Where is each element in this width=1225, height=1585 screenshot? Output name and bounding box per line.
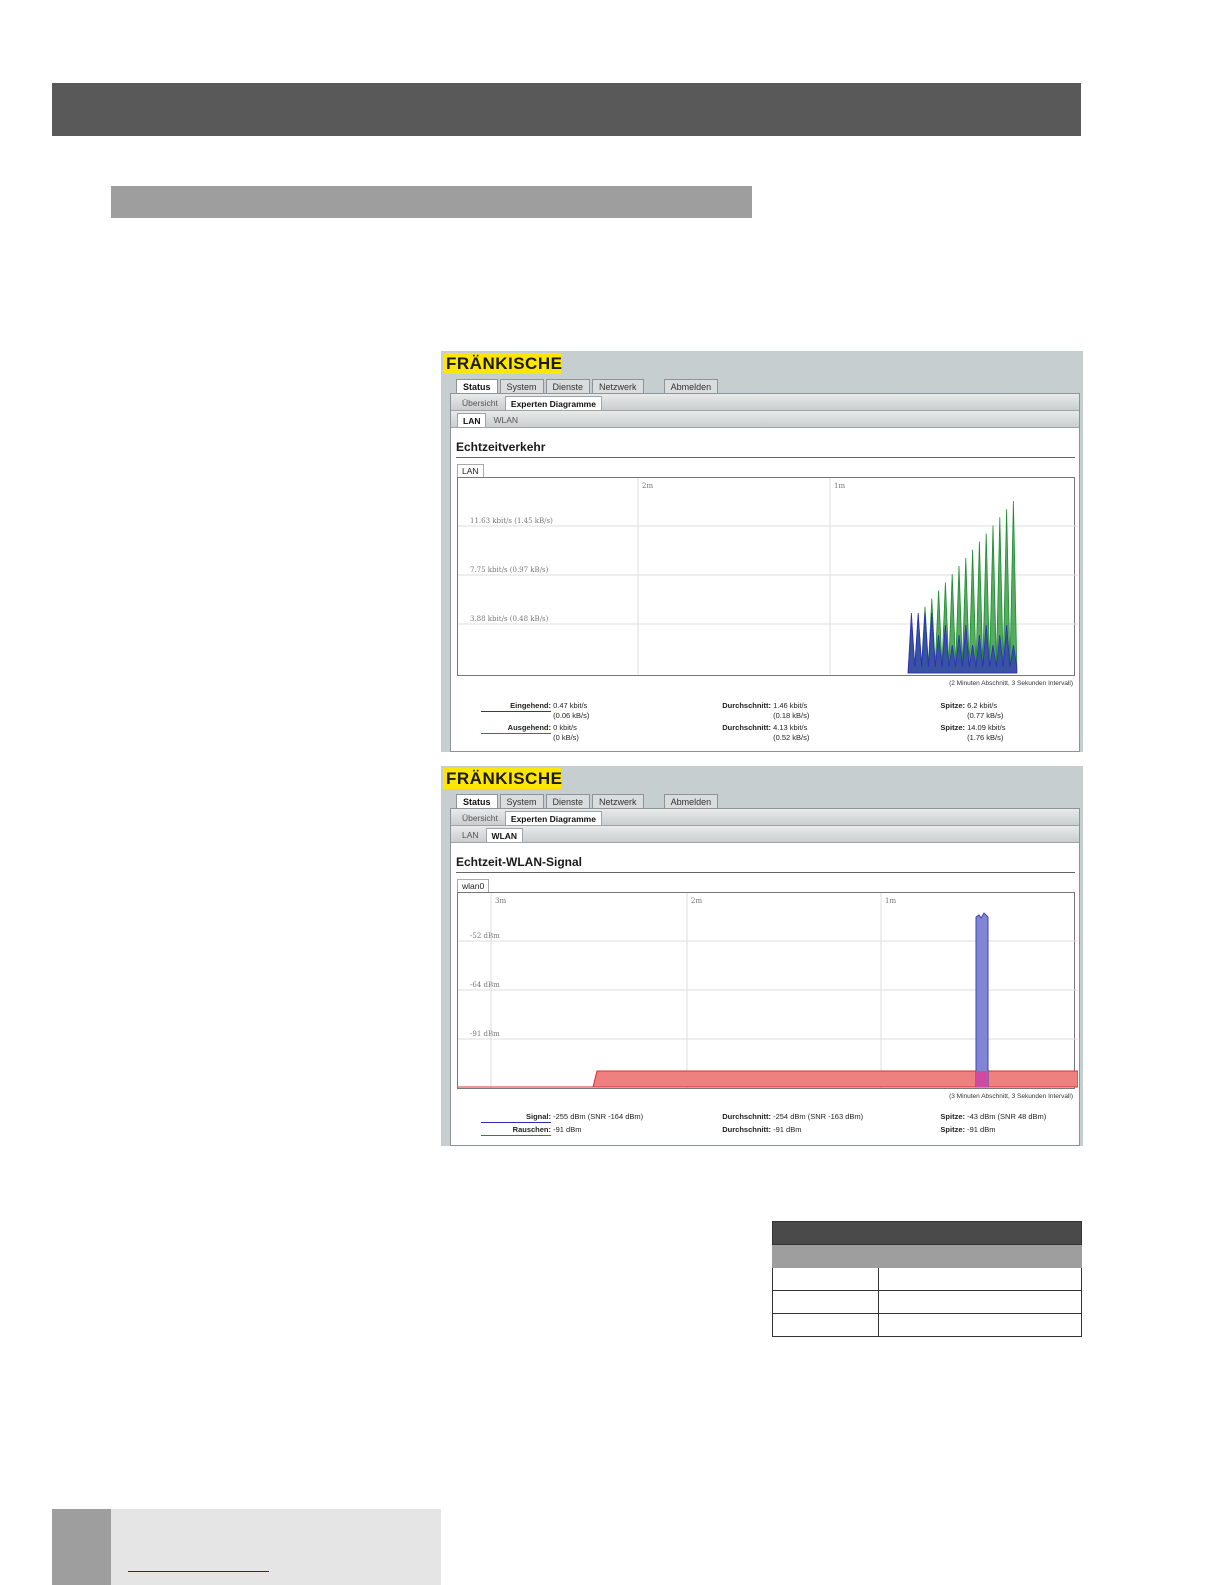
wlan-signal-graph: -52 dBm -64 dBm -91 dBm 3m 2m 1m [457,892,1078,1089]
tab-system[interactable]: System [499,794,544,809]
noise-average: Durchschnitt: -91 dBm [722,1125,802,1134]
tab-netzwerk[interactable]: Netzwerk [592,794,644,809]
time-label: 3m [495,897,506,905]
time-label: 2m [642,482,653,490]
lan-traffic-screenshot: FRÄNKISCHE Status System Dienste Netzwer… [441,351,1083,752]
fraenkische-logo: FRÄNKISCHE [443,768,562,789]
sub-nav: Übersicht Experten Diagramme [451,394,1079,411]
tab-netzwerk[interactable]: Netzwerk [592,379,644,394]
content-panel: Übersicht Experten Diagramme LAN WLAN Ec… [450,393,1080,752]
footer-info-block [111,1509,441,1585]
tab-dienste[interactable]: Dienste [545,794,591,809]
subtab-wlan[interactable]: WLAN [485,828,524,842]
outgoing-peak: Spitze: 14.09 kbit/s (1.76 kB/s) [940,723,1006,742]
outgoing-stat: Ausgehend: 0 kbit/s (0 kB/s) [481,723,579,743]
time-label: 1m [834,482,845,490]
y-axis-label: -52 dBm [470,932,500,940]
signal-peak: Spitze: -43 dBm (SNR 48 dBm) [940,1112,1047,1121]
time-label: 1m [885,897,896,905]
subtab-lan[interactable]: LAN [457,828,484,842]
subtab-lan[interactable]: LAN [457,413,487,427]
y-axis-label: -91 dBm [470,1030,500,1038]
lan-traffic-svg: 11.63 kbit/s (1.45 kB/s) 7.75 kbit/s (0.9… [458,478,1078,675]
tab-status[interactable]: Status [456,379,498,394]
table-row [772,1267,1082,1291]
interval-note: (3 Minuten Abschnitt, 3 Sekunden Interva… [949,1093,1073,1100]
subtab-uebersicht[interactable]: Übersicht [457,396,503,410]
y-axis-label: 7.75 kbit/s (0.97 kB/s) [470,566,549,574]
table-row [772,1313,1082,1337]
signal-stat: Signal: -255 dBm (SNR -164 dBm) [481,1112,643,1123]
section-header-bar [111,186,752,218]
wlan-signal-svg: -52 dBm -64 dBm -91 dBm 3m 2m 1m [458,893,1078,1088]
content-panel: Übersicht Experten Diagramme LAN WLAN Ec… [450,808,1080,1146]
signal-area [975,912,989,1088]
subtab-wlan[interactable]: WLAN [488,413,523,427]
fraenkische-logo: FRÄNKISCHE [443,353,562,374]
outgoing-average: Durchschnitt: 4.13 kbit/s (0.52 kB/s) [722,723,810,742]
incoming-peak: Spitze: 6.2 kbit/s (0.77 kB/s) [940,701,1004,720]
incoming-average: Durchschnitt: 1.46 kbit/s (0.18 kB/s) [722,701,810,720]
sub-nav: Übersicht Experten Diagramme [451,809,1079,826]
diagram-nav: LAN WLAN [451,826,1079,843]
footer-link[interactable] [128,1571,269,1572]
incoming-stat: Eingehend: 0.47 kbit/s (0.06 kB/s) [481,701,589,721]
tab-status[interactable]: Status [456,794,498,809]
tab-dienste[interactable]: Dienste [545,379,591,394]
page-title: Echtzeit-WLAN-Signal [456,855,1075,873]
reference-table [772,1221,1082,1337]
diagram-nav: LAN WLAN [451,411,1079,428]
subtab-experten-diagramme[interactable]: Experten Diagramme [504,811,602,825]
page-title: Echtzeitverkehr [456,440,1075,458]
noise-stat: Rauschen: -91 dBm [481,1125,581,1136]
wlan-signal-screenshot: FRÄNKISCHE Status System Dienste Netzwer… [441,766,1083,1146]
signal-average: Durchschnitt: -254 dBm (SNR -163 dBm) [722,1112,864,1121]
table-header [772,1221,1082,1245]
table-row [772,1290,1082,1314]
signal-noise-overlap [976,1071,988,1087]
y-axis-label: -64 dBm [470,981,500,989]
graph-tab-lan[interactable]: LAN [457,464,484,478]
logout-tab[interactable]: Abmelden [663,794,719,809]
interval-note: (2 Minuten Abschnitt, 3 Sekunden Interva… [949,680,1073,687]
tab-system[interactable]: System [499,379,544,394]
noise-peak: Spitze: -91 dBm [940,1125,996,1134]
lan-traffic-graph: 11.63 kbit/s (1.45 kB/s) 7.75 kbit/s (0.9… [457,477,1078,676]
chapter-header-bar [52,83,1081,136]
y-axis-label: 3.88 kbit/s (0.48 kB/s) [470,615,549,623]
logout-tab[interactable]: Abmelden [663,379,719,394]
subtab-uebersicht[interactable]: Übersicht [457,811,503,825]
time-label: 2m [691,897,702,905]
graph-tab-wlan0[interactable]: wlan0 [457,879,490,893]
footer-page-block [52,1509,111,1585]
subtab-experten-diagramme[interactable]: Experten Diagramme [504,396,602,410]
y-axis-label: 11.63 kbit/s (1.45 kB/s) [470,517,553,525]
table-subheader [772,1244,1082,1268]
